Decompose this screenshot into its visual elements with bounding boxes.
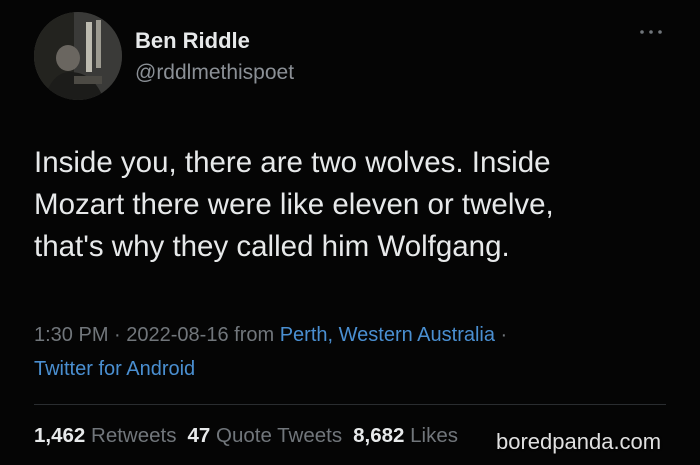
more-options-button[interactable] xyxy=(636,24,666,40)
divider xyxy=(34,404,666,405)
tweet-client-link[interactable]: Twitter for Android xyxy=(34,358,195,380)
likes-label: Likes xyxy=(410,424,458,447)
avatar[interactable] xyxy=(34,12,122,100)
author-handle[interactable]: @rddlmethispoet xyxy=(135,61,294,85)
tweet-card: Ben Riddle @rddlmethispoet Inside you, t… xyxy=(0,0,700,465)
quote-tweets-stat[interactable]: 47 Quote Tweets xyxy=(187,424,342,447)
avatar-photo-icon xyxy=(34,12,122,100)
meta-separator: · xyxy=(108,324,127,346)
tweet-text-line: that's why they called him Wolfgang. xyxy=(34,230,510,263)
meta-separator: · xyxy=(495,324,508,346)
retweets-label: Retweets xyxy=(91,424,177,447)
tweet-meta: 1:30 PM · 2022-08-16 from Perth, Western… xyxy=(34,318,507,386)
tweet-stats: 1,462 Retweets 47 Quote Tweets 8,682 Likes xyxy=(34,424,469,448)
tweet-text-line: Inside you, there are two wolves. Inside xyxy=(34,146,551,179)
meta-from: from xyxy=(228,324,280,346)
retweets-stat[interactable]: 1,462 Retweets xyxy=(34,424,176,447)
tweet-text-line: Mozart there were like eleven or twelve, xyxy=(34,188,554,221)
more-horizontal-icon xyxy=(640,30,662,34)
likes-stat[interactable]: 8,682 Likes xyxy=(353,424,458,447)
tweet-time[interactable]: 1:30 PM xyxy=(34,324,108,346)
tweet-text: Inside you, there are two wolves. Inside… xyxy=(34,142,684,268)
tweet-date[interactable]: 2022-08-16 xyxy=(126,324,228,346)
quote-tweets-count: 47 xyxy=(187,424,211,447)
likes-count: 8,682 xyxy=(353,424,405,447)
retweets-count: 1,462 xyxy=(34,424,86,447)
quote-tweets-label: Quote Tweets xyxy=(216,424,343,447)
watermark: boredpanda.com xyxy=(496,429,662,454)
author-name[interactable]: Ben Riddle xyxy=(135,28,250,54)
tweet-location-link[interactable]: Perth, Western Australia xyxy=(280,324,495,346)
